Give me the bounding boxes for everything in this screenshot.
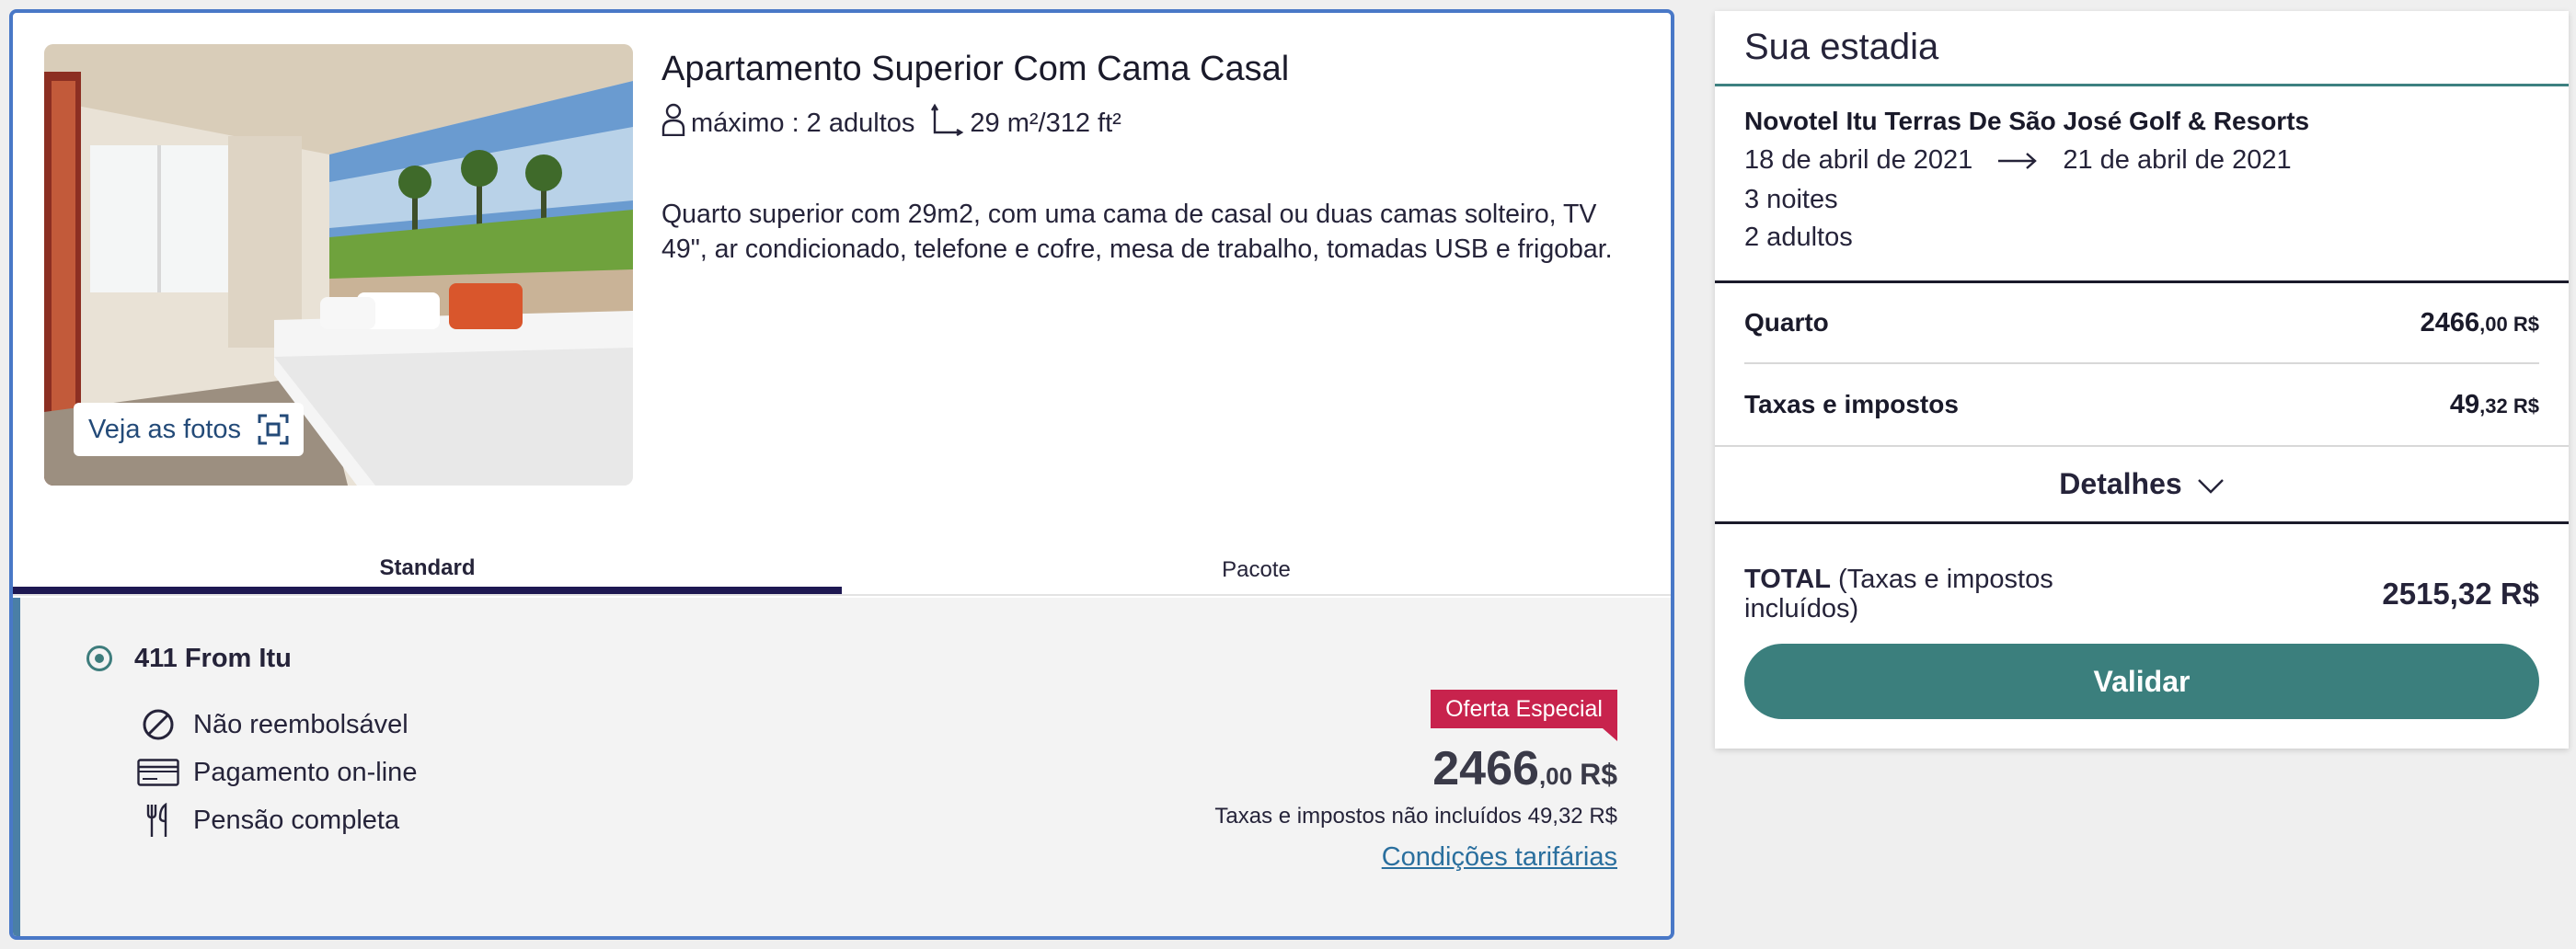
- view-photos-label: Veja as fotos: [88, 414, 242, 444]
- fork-knife-icon: [131, 803, 186, 838]
- validate-button[interactable]: Validar: [1744, 644, 2539, 719]
- room-price-int: 2466: [2420, 307, 2480, 337]
- taxes-row: Taxas e impostos 49,32 R$: [1744, 364, 2539, 445]
- rate-features: Não reembolsável Pagamento on-line Pensã…: [131, 701, 417, 844]
- tab-pacote[interactable]: Pacote: [842, 544, 1671, 594]
- feature-label: Não reembolsável: [193, 709, 408, 739]
- arrow-right-icon: [1998, 152, 2038, 170]
- total-title: TOTAL: [1744, 565, 1831, 594]
- room-area: 29 m²/312 ft²: [970, 108, 1121, 138]
- details-toggle[interactable]: Detalhes: [1715, 445, 2569, 524]
- feature-label: Pensão completa: [193, 805, 400, 835]
- price-integer: 2466: [1432, 742, 1539, 795]
- special-offer-badge: Oferta Especial: [1431, 690, 1617, 741]
- rate-price: 2466 ,00 R$: [1432, 741, 1617, 796]
- feature-item: Pensão completa: [131, 796, 417, 844]
- nights-count: 3 noites: [1744, 185, 1838, 214]
- rate-name: 411 From Itu: [134, 644, 292, 673]
- total-row: TOTAL (Taxas e impostos incluídos) 2515,…: [1715, 524, 2569, 635]
- room-description: Quarto superior com 29m2, com uma cama d…: [661, 200, 1613, 264]
- room-meta: máximo : 2 adultos 29 m²/312 ft²: [661, 103, 1138, 143]
- check-out-date: 21 de abril de 2021: [2063, 145, 2292, 175]
- summary-info: Novotel Itu Terras De São José Golf & Re…: [1715, 86, 2569, 283]
- room-price-dec: ,00 R$: [2479, 312, 2539, 336]
- stay-summary: Sua estadia Novotel Itu Terras De São Jo…: [1715, 11, 2569, 749]
- no-refund-icon: [131, 708, 186, 741]
- summary-heading: Sua estadia: [1715, 11, 2569, 86]
- room-card: Veja as fotos Apartamento Superior Com C…: [9, 9, 1674, 940]
- price-currency: R$: [1580, 758, 1617, 791]
- rate-panel: 411 From Itu Não reembolsável Pagamento …: [13, 598, 1671, 936]
- guests-count: 2 adultos: [1744, 223, 1853, 252]
- room-photo[interactable]: Veja as fotos: [44, 44, 633, 486]
- tax-note: Taxas e impostos não incluídos 49,32 R$: [1214, 804, 1617, 829]
- fullscreen-icon: [258, 414, 289, 445]
- taxes-amount: 49,32 R$: [2450, 390, 2539, 420]
- feature-item: Não reembolsável: [131, 701, 417, 749]
- room-capacity: máximo : 2 adultos: [691, 108, 915, 138]
- chevron-down-icon: [2197, 467, 2225, 501]
- person-icon: [661, 103, 685, 143]
- total-value: 2515,32 R$: [2382, 577, 2539, 611]
- room-title: Apartamento Superior Com Cama Casal: [661, 50, 1290, 88]
- rate-tabs: Standard Pacote: [13, 544, 1671, 596]
- price-decimals: ,00: [1538, 762, 1573, 790]
- total-label: TOTAL (Taxas e impostos incluídos): [1744, 565, 2094, 623]
- room-price-amount: 2466,00 R$: [2421, 308, 2539, 338]
- view-photos-button[interactable]: Veja as fotos: [74, 403, 305, 456]
- area-icon: [931, 103, 964, 143]
- taxes-dec: ,32 R$: [2479, 394, 2539, 417]
- rate-conditions-link[interactable]: Condições tarifárias: [1382, 842, 1617, 873]
- taxes-int: 49: [2449, 389, 2480, 419]
- feature-label: Pagamento on-line: [193, 757, 418, 787]
- feature-item: Pagamento on-line: [131, 749, 417, 796]
- room-price-row: Quarto 2466,00 R$: [1744, 283, 2539, 364]
- check-in-date: 18 de abril de 2021: [1744, 145, 1973, 175]
- details-label: Detalhes: [2059, 467, 2182, 500]
- tab-standard[interactable]: Standard: [13, 544, 842, 594]
- credit-card-icon: [131, 759, 186, 786]
- hotel-name: Novotel Itu Terras De São José Golf & Re…: [1744, 107, 2310, 135]
- stay-dates: 18 de abril de 2021 21 de abril de 2021: [1744, 145, 2539, 176]
- room-price-label: Quarto: [1744, 308, 1829, 337]
- taxes-label: Taxas e impostos: [1744, 390, 1959, 418]
- rate-radio[interactable]: [86, 646, 112, 671]
